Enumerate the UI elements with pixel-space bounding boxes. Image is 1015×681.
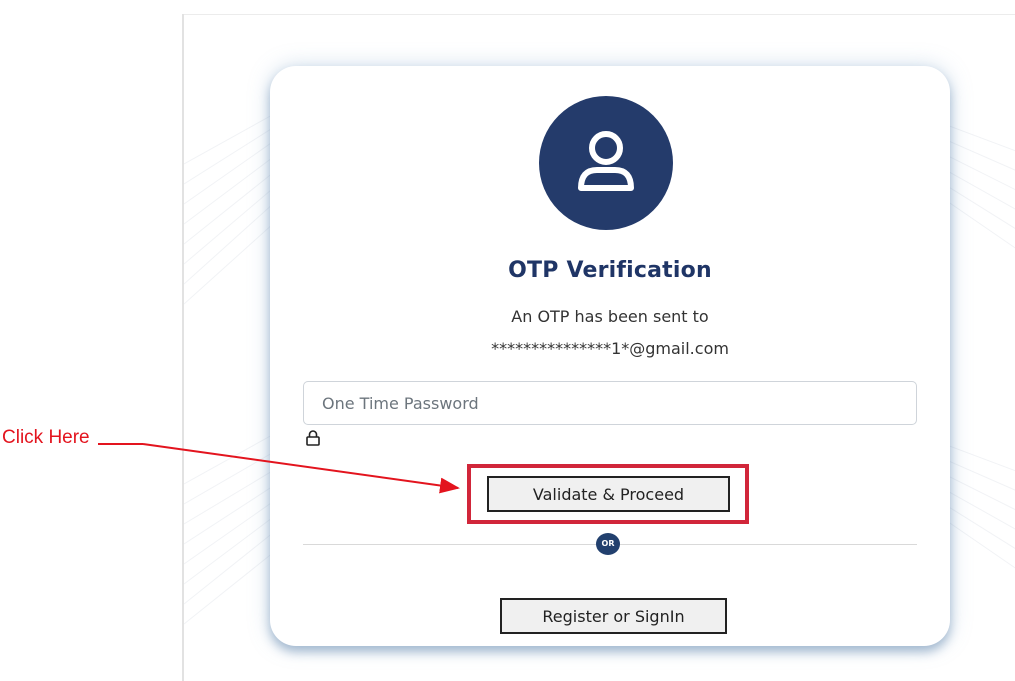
frame-top-border: [184, 14, 1015, 15]
otp-sent-message: An OTP has been sent to: [511, 307, 709, 326]
page: OTP Verification An OTP has been sent to…: [0, 0, 1015, 681]
otp-card: OTP Verification An OTP has been sent to…: [270, 66, 950, 646]
masked-email: ***************1*@gmail.com: [491, 339, 729, 358]
screenshot-frame: OTP Verification An OTP has been sent to…: [182, 14, 1015, 681]
avatar: [539, 96, 673, 230]
user-icon: [578, 131, 634, 191]
page-title: OTP Verification: [508, 258, 712, 283]
register-signin-button[interactable]: Register or SignIn: [500, 598, 727, 634]
background-pattern-right: [944, 123, 1015, 569]
validate-proceed-button[interactable]: Validate & Proceed: [487, 476, 730, 512]
lock-icon: [306, 430, 320, 450]
or-badge: OR: [596, 533, 620, 555]
otp-input[interactable]: [303, 381, 917, 425]
annotation-label: Click Here: [2, 427, 90, 448]
